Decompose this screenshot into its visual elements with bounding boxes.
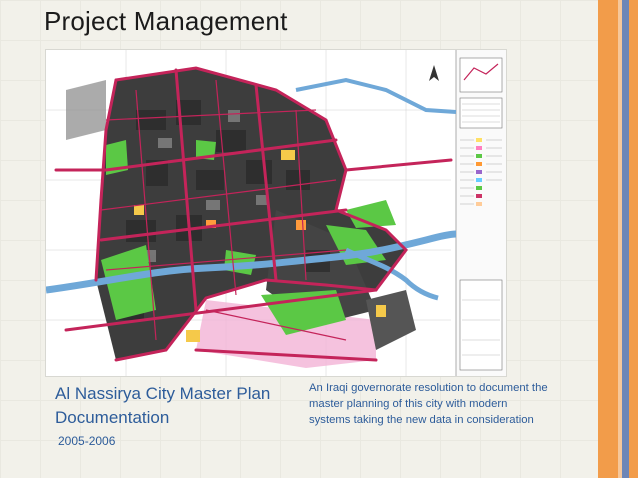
city-master-plan-map [46,50,506,376]
project-years: 2005-2006 [58,434,116,448]
project-description: An Iraqi governorate resolution to docum… [309,382,548,426]
accent-stripe-orange [598,0,618,478]
accent-stripe-blue [622,0,629,478]
project-title: Al Nassirya City Master Plan Documentati… [55,384,271,427]
accent-stripe-orange-outer [629,0,638,478]
slide-title: Project Management [44,6,288,36]
